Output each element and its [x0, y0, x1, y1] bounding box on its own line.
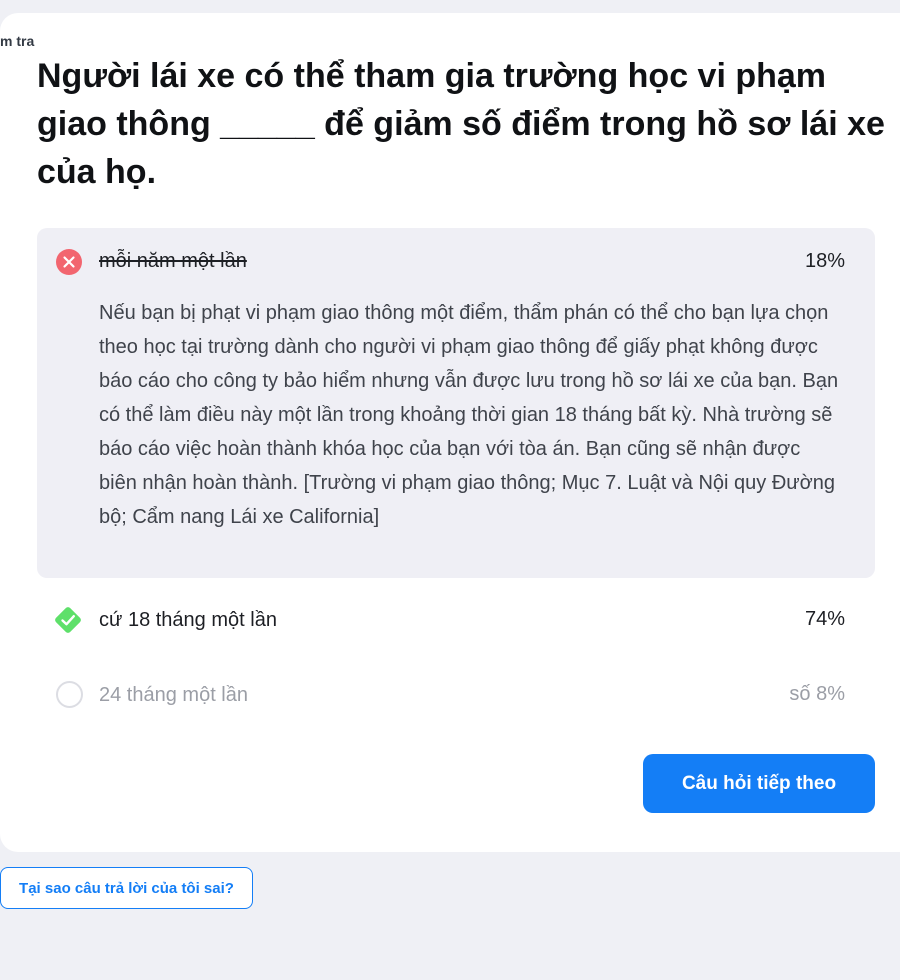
answer-label: 24 tháng một lần — [99, 684, 248, 706]
check-diamond-icon — [51, 603, 85, 637]
next-question-button[interactable]: Câu hỏi tiếp theo — [643, 754, 875, 813]
answer-explanation: Nếu bạn bị phạt vi phạm giao thông một đ… — [99, 302, 839, 528]
answer-percent: 18% — [804, 250, 845, 272]
close-circle-icon — [56, 249, 82, 275]
answer-option[interactable]: 24 tháng một lần số 8% — [37, 672, 875, 718]
why-wrong-button[interactable]: Tại sao câu trả lời của tôi sai? — [0, 867, 253, 909]
answer-label: mỗi năm một lần — [99, 250, 247, 272]
answer-option-wrong[interactable]: mỗi năm một lần 18% Nếu bạn bị phạt vi p… — [37, 228, 875, 578]
answer-percent: 74% — [804, 608, 845, 630]
question-text: Người lái xe có thể tham gia trường học … — [37, 57, 885, 191]
breadcrumb: m tra — [0, 33, 35, 49]
empty-circle-icon — [56, 681, 83, 708]
answer-option-correct[interactable]: cứ 18 tháng một lần 74% — [37, 596, 875, 646]
answer-label: cứ 18 tháng một lần — [99, 609, 277, 631]
answer-percent: số 8% — [789, 683, 845, 705]
